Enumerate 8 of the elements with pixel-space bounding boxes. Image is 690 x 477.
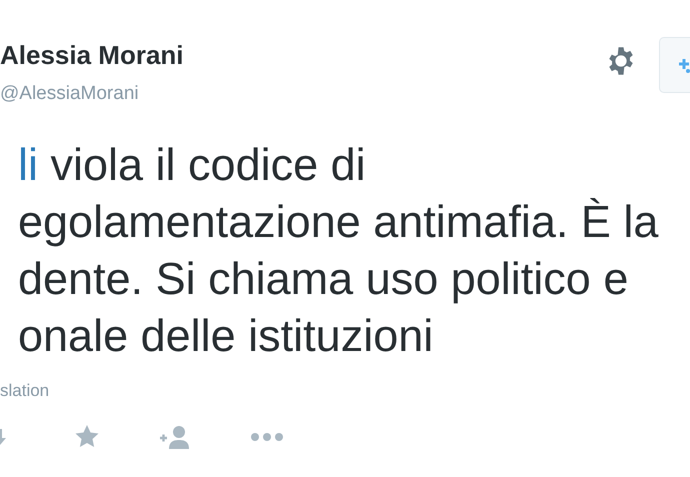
author-handle[interactable]: @AlessiaMorani bbox=[0, 84, 139, 103]
mention-link[interactable]: li bbox=[18, 139, 38, 190]
follow-button[interactable] bbox=[659, 37, 690, 93]
tweet-text: li viola il codice di egolamentazione antimafia. È la dente. Si chiama uso politico e onale delle istituzioni bbox=[17, 138, 660, 363]
translation-link[interactable]: slation bbox=[0, 378, 50, 404]
add-user-icon[interactable] bbox=[158, 423, 192, 451]
author-name[interactable]: Alessia Morani bbox=[0, 42, 184, 68]
plus-icon bbox=[678, 57, 690, 73]
